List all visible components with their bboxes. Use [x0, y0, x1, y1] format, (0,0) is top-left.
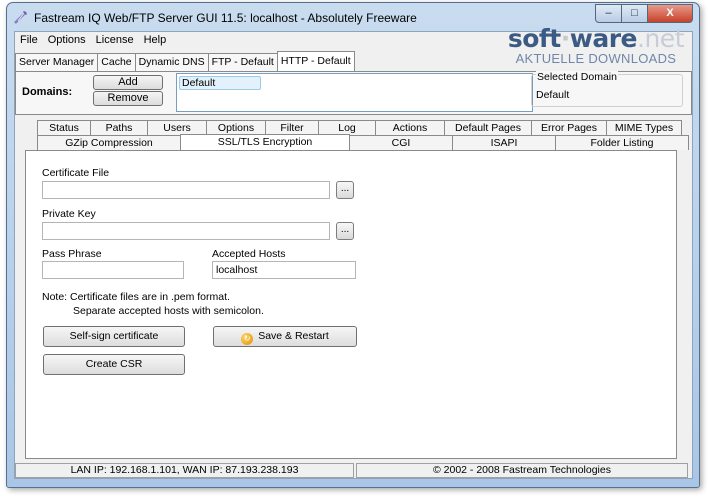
app-icon [14, 11, 27, 24]
create-csr-button[interactable]: Create CSR [43, 354, 185, 375]
tab-dynamic-dns[interactable]: Dynamic DNS [134, 53, 209, 71]
save-restart-label: Save & Restart [258, 330, 329, 342]
private-key-label: Private Key [42, 208, 96, 220]
tab-cache[interactable]: Cache [97, 53, 136, 71]
note-line-1: Note: Certificate files are in .pem form… [42, 291, 230, 303]
accepted-hosts-input[interactable]: localhost [212, 261, 356, 279]
watermark-logo-ware: ware [569, 24, 638, 53]
domain-list-item[interactable]: Default [179, 76, 261, 90]
status-network: LAN IP: 192.168.1.101, WAN IP: 87.193.23… [15, 463, 354, 478]
pass-phrase-input[interactable] [42, 261, 184, 279]
watermark-tagline: AKTUELLE DOWNLOADS [515, 51, 677, 66]
remove-domain-button[interactable]: Remove [93, 91, 163, 106]
accepted-hosts-label: Accepted Hosts [212, 248, 286, 260]
tab-isapi[interactable]: ISAPI [452, 135, 556, 150]
tab-log[interactable]: Log [318, 120, 376, 135]
tab-filter[interactable]: Filter [265, 120, 319, 135]
domains-panel: Domains: Add Remove Default Selected Dom… [15, 71, 692, 115]
watermark-logo: soft·ware.net AKTUELLE DOWNLOADS [507, 24, 685, 67]
selected-domain-group: Selected Domain Default [531, 71, 683, 107]
watermark-logo-net: .net [637, 24, 684, 53]
tab-options[interactable]: Options [206, 120, 266, 135]
status-copyright: © 2002 - 2008 Fastream Technologies [355, 463, 688, 478]
menu-file[interactable]: File [15, 32, 43, 49]
tab-error-pages[interactable]: Error Pages [531, 120, 607, 135]
window-title: Fastream IQ Web/FTP Server GUI 11.5: loc… [34, 11, 417, 25]
note-line-2: Separate accepted hosts with semicolon. [73, 305, 264, 317]
status-bar: LAN IP: 192.168.1.101, WAN IP: 87.193.23… [15, 463, 690, 478]
tab-ssl-tls-encryption[interactable]: SSL/TLS Encryption [180, 134, 350, 151]
browse-certificate-button[interactable]: ... [336, 181, 354, 199]
tab-status[interactable]: Status [37, 120, 91, 135]
save-restart-icon: ↻ [241, 333, 254, 345]
tab-server-manager[interactable]: Server Manager [15, 53, 99, 71]
settings-tabs-row2: GZip Compression SSL/TLS Encryption CGI … [37, 134, 689, 151]
tab-ftp-default[interactable]: FTP - Default [207, 53, 278, 71]
close-button[interactable]: X [648, 4, 693, 23]
add-domain-button[interactable]: Add [93, 75, 163, 90]
minimize-button[interactable]: – [595, 4, 622, 23]
save-restart-button[interactable]: ↻ Save & Restart [213, 326, 357, 347]
tab-http-default[interactable]: HTTP - Default [276, 51, 355, 72]
app-window: Fastream IQ Web/FTP Server GUI 11.5: loc… [6, 2, 700, 488]
settings-tabs-row1: Status Paths Users Options Filter Log Ac… [37, 120, 682, 135]
tab-paths[interactable]: Paths [90, 120, 148, 135]
pass-phrase-label: Pass Phrase [42, 248, 102, 260]
menu-license[interactable]: License [91, 32, 139, 49]
watermark-logo-dot: · [560, 24, 571, 53]
watermark-logo-soft: soft [507, 24, 561, 53]
selected-domain-title: Selected Domain [536, 71, 618, 83]
tab-actions[interactable]: Actions [375, 120, 445, 135]
menu-options[interactable]: Options [43, 32, 91, 49]
selected-domain-value: Default [536, 89, 570, 101]
maximize-button[interactable]: □ [622, 4, 648, 23]
domains-label: Domains: [22, 86, 73, 98]
domain-list[interactable]: Default [176, 73, 533, 112]
tab-cgi[interactable]: CGI [349, 135, 453, 150]
tab-default-pages[interactable]: Default Pages [444, 120, 532, 135]
browse-private-key-button[interactable]: ... [336, 222, 354, 240]
ssl-settings-panel: Certificate File ... Private Key ... Pas… [25, 150, 677, 459]
menu-help[interactable]: Help [139, 32, 172, 49]
client-area: File Options License Help soft·ware.net … [14, 25, 693, 479]
server-tabs: Server Manager Cache Dynamic DNS FTP - D… [15, 51, 355, 72]
tab-mime-types[interactable]: MIME Types [606, 120, 682, 135]
tab-users[interactable]: Users [147, 120, 207, 135]
certificate-file-input[interactable] [42, 181, 330, 199]
certificate-file-label: Certificate File [42, 167, 110, 179]
tab-gzip-compression[interactable]: GZip Compression [37, 135, 181, 150]
private-key-input[interactable] [42, 222, 330, 240]
self-sign-certificate-button[interactable]: Self-sign certificate [43, 326, 185, 347]
tab-folder-listing[interactable]: Folder Listing [555, 135, 689, 150]
